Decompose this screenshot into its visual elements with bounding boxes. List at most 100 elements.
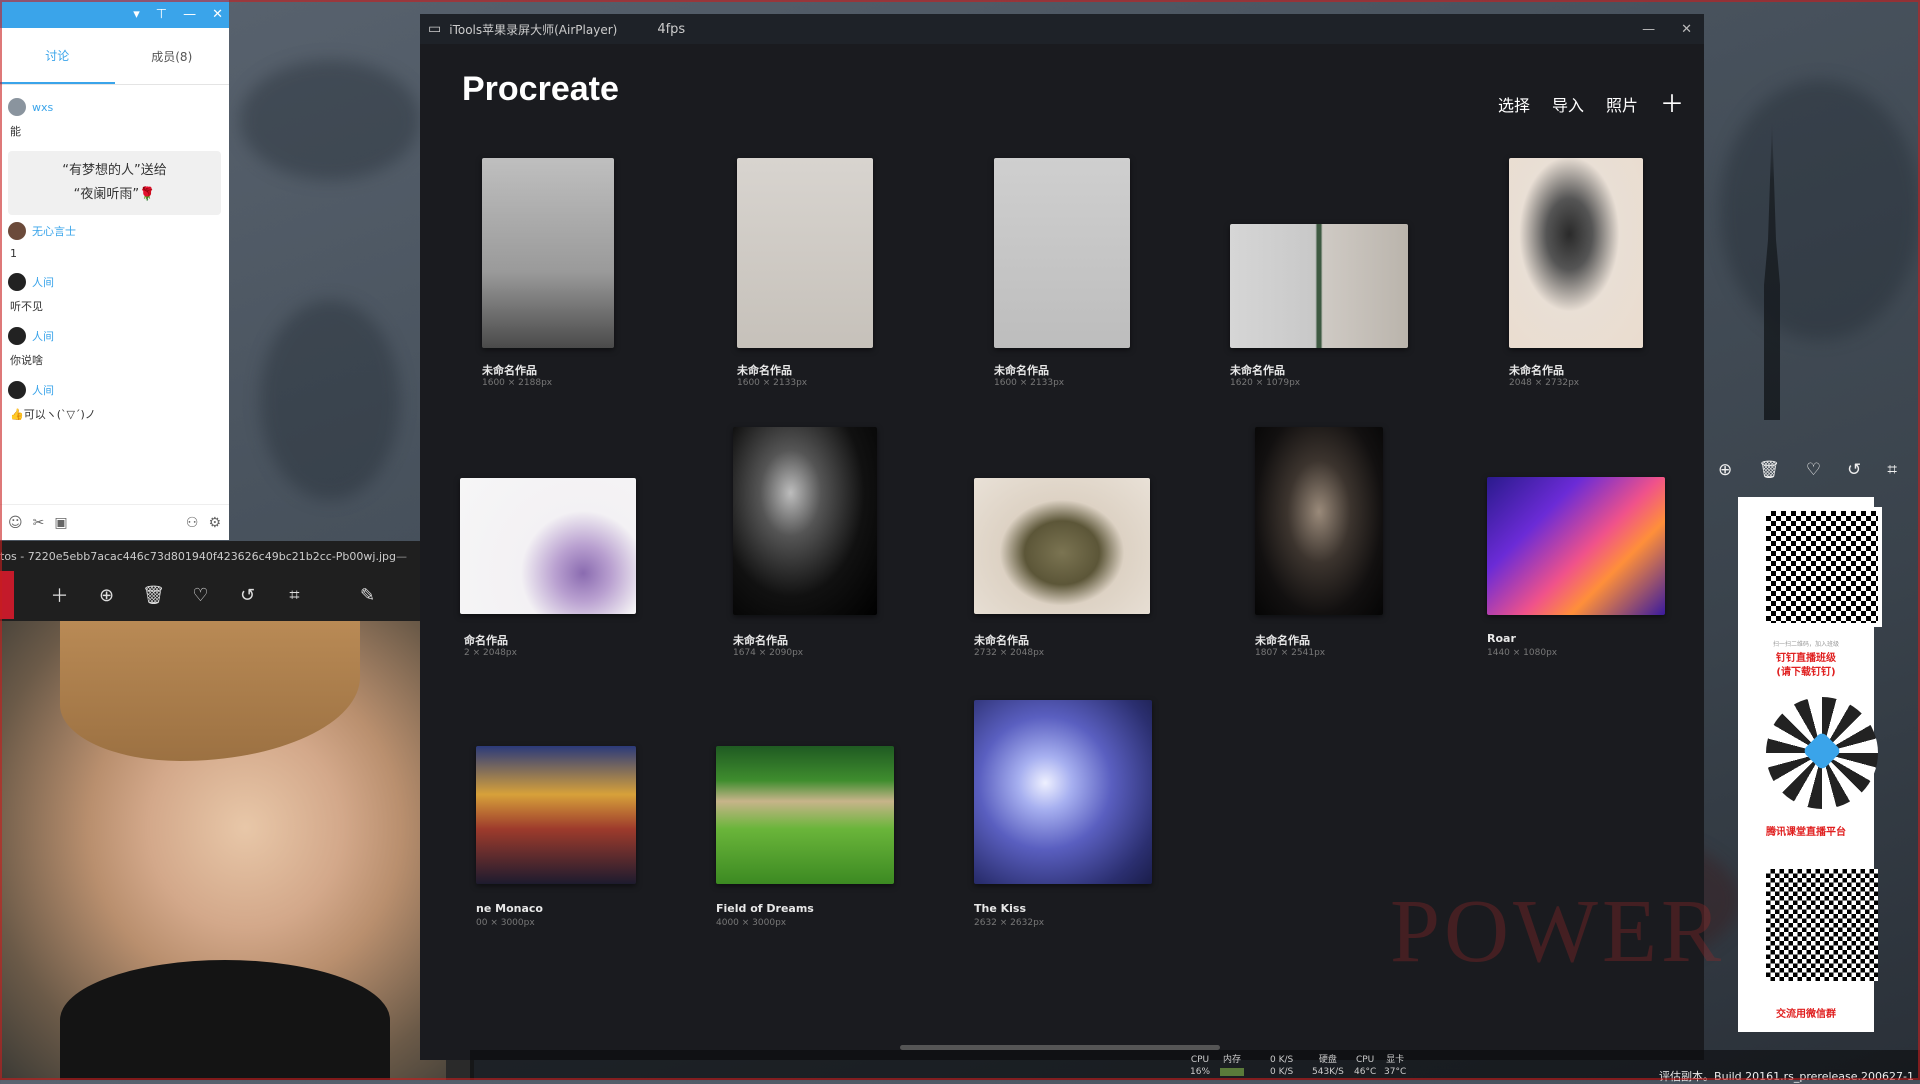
artwork-thumbnail[interactable] — [460, 478, 636, 614]
crop-icon[interactable]: ⌗ — [1887, 460, 1897, 480]
viewer-toolbar: ⊕ 🗑 ♡ ↺ ⌗ — [1718, 460, 1897, 480]
artwork-size: 1600 × 2188px — [482, 378, 553, 388]
emoji-icon[interactable]: ☺ — [8, 515, 23, 531]
artwork-size: 1807 × 2541px — [1255, 648, 1326, 658]
close-icon[interactable]: ✕ — [1681, 22, 1692, 37]
artwork-thumbnail[interactable] — [994, 158, 1130, 348]
artwork-thumbnail[interactable] — [974, 478, 1150, 614]
artwork-name: 未命名作品 — [733, 634, 788, 647]
trash-icon[interactable]: 🗑 — [1758, 460, 1780, 480]
gift-notice: “有梦想的人”送给 “夜阑听雨”🌹 — [8, 151, 221, 215]
dropdown-icon[interactable]: ▾ — [133, 7, 140, 22]
status-bar: CPU 16% 内存 0 K/S 0 K/S 硬盘 543K/S CPU 46°… — [470, 1050, 1920, 1083]
zoom-in-icon[interactable]: ⊕ — [83, 585, 130, 606]
select-button[interactable]: 选择 — [1498, 92, 1530, 116]
minimize-icon[interactable]: — — [396, 550, 407, 563]
heart-icon[interactable]: ♡ — [177, 585, 224, 606]
artwork-name: 未命名作品 — [482, 364, 537, 377]
artwork-name: 未命名作品 — [737, 364, 792, 377]
artwork-name: 未命名作品 — [974, 634, 1029, 647]
tab-members[interactable]: 成员(8) — [115, 28, 230, 84]
artwork-size: 00 × 3000px — [476, 918, 535, 928]
minimize-icon[interactable]: — — [1642, 22, 1655, 37]
artwork-thumbnail[interactable] — [476, 746, 636, 884]
avatar[interactable] — [8, 222, 26, 240]
artwork-thumbnail[interactable] — [974, 700, 1152, 884]
qr-label: (请下载钉钉) — [1776, 667, 1836, 678]
image-icon[interactable]: ▣ — [54, 515, 67, 531]
avatar[interactable] — [8, 98, 26, 116]
artwork-size: 2632 × 2632px — [974, 918, 1045, 928]
artwork-thumbnail[interactable] — [716, 746, 894, 884]
crop-icon[interactable]: ⌗ — [271, 585, 318, 606]
artwork-size: 2048 × 2732px — [1509, 378, 1580, 388]
rotate-icon[interactable]: ↺ — [1847, 460, 1861, 480]
zoom-in-icon[interactable]: ⊕ — [1718, 460, 1732, 480]
artwork-name: 未命名作品 — [994, 364, 1049, 377]
build-watermark: 评估副本。Build 20161.rs_prerelease.200627-1 — [1659, 1070, 1914, 1083]
artwork-size: 4000 × 3000px — [716, 918, 787, 928]
artwork-size: 1674 × 2090px — [733, 648, 804, 658]
stat-label: 内存 — [1222, 1055, 1241, 1065]
message-text: 1 — [10, 247, 17, 260]
message-header: 人间 — [8, 326, 221, 346]
stat-value: 16% — [1190, 1067, 1211, 1077]
photos-button[interactable]: 照片 — [1606, 92, 1638, 116]
stat-value: 543K/S — [1312, 1067, 1344, 1077]
close-icon[interactable]: ✕ — [212, 7, 223, 22]
heart-icon[interactable]: ♡ — [1806, 460, 1821, 480]
gear-icon[interactable]: ⚙ — [208, 515, 221, 531]
artwork-name: 未命名作品 — [1230, 364, 1285, 377]
avatar[interactable] — [8, 273, 26, 291]
artwork-thumbnail[interactable] — [1509, 158, 1643, 348]
add-icon[interactable]: ＋ — [1660, 92, 1684, 116]
stat-label: CPU — [1355, 1055, 1375, 1065]
disk-stat: 硬盘 543K/S — [1312, 1054, 1344, 1078]
minimize-icon[interactable]: — — [183, 7, 196, 22]
memory-bar — [1220, 1068, 1244, 1076]
stat-label: CPU — [1190, 1055, 1210, 1065]
edit-icon[interactable]: ✎ — [344, 585, 391, 606]
photo-image[interactable] — [0, 621, 446, 1080]
qr-code-image[interactable] — [1762, 507, 1882, 627]
import-button[interactable]: 导入 — [1552, 92, 1584, 116]
people-icon[interactable]: ⚇ — [186, 515, 199, 531]
artwork-size: 1620 × 1079px — [1230, 378, 1301, 388]
stat-value: 0 K/S — [1270, 1067, 1294, 1077]
avatar[interactable] — [8, 381, 26, 399]
add-icon[interactable]: ＋ — [36, 582, 83, 608]
cpu-temp-stat: CPU 46°C — [1354, 1054, 1376, 1078]
stat-label: 硬盘 — [1318, 1055, 1337, 1065]
artwork-thumbnail[interactable] — [482, 158, 614, 348]
chat-panel: ▾ ⊤ — ✕ 讨论 成员(8) wxs 能 “有梦想的人”送给 “夜阑听雨”🌹… — [0, 0, 229, 540]
gallery-header: Procreate 选择 导入 照片 ＋ — [420, 44, 1704, 124]
qr-code-image[interactable] — [1766, 869, 1878, 981]
message-text: 听不见 — [10, 300, 43, 313]
scissors-icon[interactable]: ✂ — [33, 515, 45, 531]
photo-viewer-window: tos - 7220e5ebb7acac446c73d801940f423626… — [0, 541, 474, 1080]
stat-value: 46°C — [1354, 1067, 1377, 1077]
username[interactable]: 人间 — [32, 274, 54, 290]
artwork-thumbnail[interactable] — [1230, 224, 1408, 348]
photo-toolbar: ＋ ⊕ 🗑 ♡ ↺ ⌗ ✎ ⋯ — [0, 571, 474, 619]
username[interactable]: wxs — [32, 101, 53, 114]
artwork-name: Roar — [1487, 632, 1516, 645]
username[interactable]: 人间 — [32, 382, 54, 398]
artwork-thumbnail[interactable] — [1255, 427, 1383, 615]
username[interactable]: 人间 — [32, 328, 54, 344]
qr-label: 腾讯课堂直播平台 — [1766, 827, 1846, 838]
app-icon[interactable] — [0, 571, 14, 619]
cpu-stat: CPU 16% — [1190, 1054, 1210, 1078]
artwork-thumbnail[interactable] — [1487, 477, 1665, 615]
rotate-icon[interactable]: ↺ — [224, 585, 271, 606]
stat-label: 显卡 — [1386, 1055, 1405, 1065]
avatar[interactable] — [8, 327, 26, 345]
pin-icon[interactable]: ⊤ — [156, 7, 167, 22]
tab-discussion[interactable]: 讨论 — [0, 28, 115, 84]
itools-titlebar: ▭ iTools苹果录屏大师(AirPlayer) 4fps — ✕ — [420, 14, 1704, 44]
username[interactable]: 无心言士 — [32, 223, 76, 239]
artwork-thumbnail[interactable] — [737, 158, 873, 348]
message-text: 👍可以ヽ(ˋ▽ˊ)ノ — [10, 408, 96, 421]
artwork-thumbnail[interactable] — [733, 427, 877, 615]
trash-icon[interactable]: 🗑 — [130, 585, 177, 606]
